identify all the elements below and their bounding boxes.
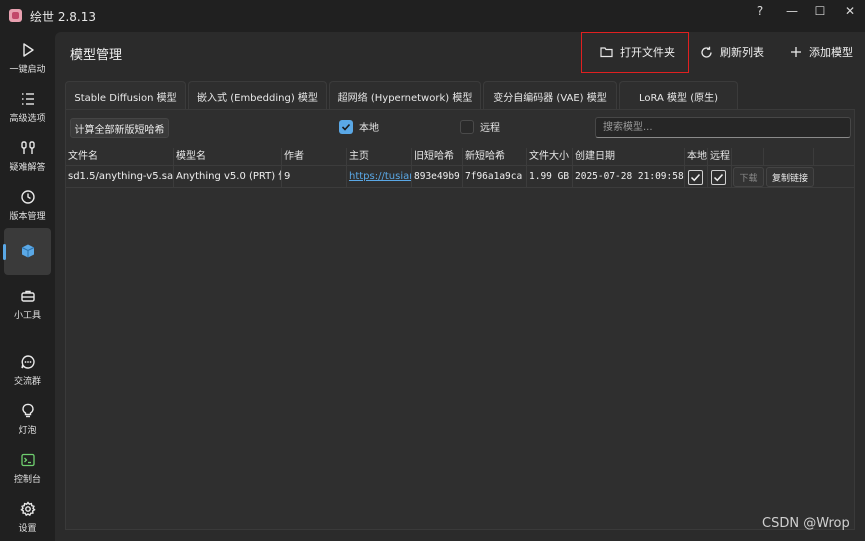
sidebar-item-label: 疑难解答 xyxy=(9,163,46,173)
homepage-link[interactable]: https://tusiart.com xyxy=(349,171,411,182)
main-panel: 模型管理 打开文件夹 刷新列表 添加模型 Stable Diffusion 模型… xyxy=(55,32,865,541)
cell-author: 9 xyxy=(282,166,347,188)
column-header xyxy=(764,148,814,166)
open-folder-label: 打开文件夹 xyxy=(620,46,675,59)
sidebar-item-console[interactable]: 控制台 xyxy=(0,446,55,494)
sidebar-item-troubleshoot[interactable]: 疑难解答 xyxy=(0,134,55,182)
history-icon xyxy=(20,190,35,204)
table-row[interactable]: sd1.5/anything-v5.safetensors Anything v… xyxy=(66,166,854,188)
open-folder-button[interactable]: 打开文件夹 xyxy=(600,32,675,72)
column-header xyxy=(814,148,854,166)
watermark: CSDN @Wrop xyxy=(762,516,850,531)
app-logo-icon xyxy=(9,9,22,22)
tab-lora[interactable]: LoRA 模型 (原生) xyxy=(619,81,738,110)
checkbox-checked-icon xyxy=(339,119,353,134)
cell-homepage: https://tusiart.com xyxy=(347,166,412,188)
model-list-panel: 计算全部新版短哈希 本地 远程 文件名 模型名 作者 主页 旧短哈希 新短哈希 … xyxy=(65,109,855,530)
bulb-icon xyxy=(21,403,34,418)
refresh-list-label: 刷新列表 xyxy=(720,46,764,59)
sidebar-item-community[interactable]: 交流群 xyxy=(0,348,55,396)
remote-filter-checkbox[interactable]: 远程 xyxy=(460,119,500,134)
column-header xyxy=(732,148,764,166)
cell-created: 2025-07-28 21:09:58 xyxy=(573,166,685,188)
remote-filter-label: 远程 xyxy=(480,123,500,134)
column-header[interactable]: 作者 xyxy=(282,148,347,166)
local-filter-checkbox[interactable]: 本地 xyxy=(339,119,379,134)
sidebar-item-tools[interactable]: 小工具 xyxy=(0,282,55,330)
search-input[interactable] xyxy=(595,117,851,138)
sidebar-item-label: 设置 xyxy=(18,524,37,534)
cell-local xyxy=(685,166,708,188)
chat-icon xyxy=(20,355,35,369)
local-filter-label: 本地 xyxy=(359,123,379,134)
column-header[interactable]: 本地 xyxy=(685,148,708,166)
refresh-icon xyxy=(701,46,712,58)
minimize-button[interactable]: — xyxy=(778,2,806,20)
column-header[interactable]: 文件大小 xyxy=(527,148,573,166)
folder-icon xyxy=(600,47,613,58)
sidebar-item-bulb[interactable]: 灯泡 xyxy=(0,397,55,445)
play-icon xyxy=(22,43,34,57)
plus-icon xyxy=(791,47,801,57)
tab-hypernetwork[interactable]: 超网络 (Hypernetwork) 模型 xyxy=(329,81,481,110)
list-icon xyxy=(21,93,34,105)
close-button[interactable]: ✕ xyxy=(836,2,864,20)
sidebar-item-label: 交流群 xyxy=(13,377,41,387)
cell-model-name: Anything v5.0 (PRT) 修复 xyxy=(174,166,282,188)
column-header[interactable]: 创建日期 xyxy=(573,148,685,166)
tab-vae[interactable]: 变分自编码器 (VAE) 模型 xyxy=(483,81,617,110)
copy-link-button[interactable]: 复制链接 xyxy=(766,167,814,187)
console-icon xyxy=(20,453,35,467)
cell-size: 1.99 GB xyxy=(527,166,573,188)
cell-remote xyxy=(708,166,732,188)
column-header[interactable]: 模型名 xyxy=(174,148,282,166)
model-cube-icon xyxy=(21,244,34,258)
checkbox-unchecked-icon xyxy=(460,119,474,134)
sidebar-item-label: 控制台 xyxy=(13,475,41,485)
refresh-list-button[interactable]: 刷新列表 xyxy=(700,32,764,72)
sidebar-item-label: 小工具 xyxy=(13,311,41,321)
gear-icon xyxy=(19,501,36,517)
help-button[interactable]: ? xyxy=(746,2,774,20)
add-model-label: 添加模型 xyxy=(809,46,853,59)
cell-filename: sd1.5/anything-v5.safetensors xyxy=(66,166,174,188)
tab-embedding[interactable]: 嵌入式 (Embedding) 模型 xyxy=(188,81,327,110)
sidebar-item-advanced[interactable]: 高级选项 xyxy=(0,85,55,133)
maximize-button[interactable]: ☐ xyxy=(806,2,834,20)
page-title: 模型管理 xyxy=(70,48,123,63)
column-header[interactable]: 远程 xyxy=(708,148,732,166)
add-model-button[interactable]: 添加模型 xyxy=(790,32,853,72)
column-header[interactable]: 主页 xyxy=(347,148,412,166)
column-header[interactable]: 新短哈希 xyxy=(463,148,527,166)
table-header: 文件名 模型名 作者 主页 旧短哈希 新短哈希 文件大小 创建日期 本地 远程 xyxy=(66,148,854,166)
cell-new-hash: 7f96a1a9ca xyxy=(463,166,527,188)
sidebar: 一键启动 高级选项 疑难解答 版本管理 小工具 交流群 灯泡 控制台 设置 xyxy=(0,32,55,541)
sidebar-item-label: 版本管理 xyxy=(9,212,46,222)
remote-check-icon[interactable] xyxy=(711,170,726,185)
local-check-icon[interactable] xyxy=(688,170,703,185)
compute-hash-button[interactable]: 计算全部新版短哈希 xyxy=(70,118,169,138)
cell-old-hash: 893e49b9 xyxy=(412,166,463,188)
sidebar-item-label: 灯泡 xyxy=(18,426,37,436)
sidebar-item-label: 高级选项 xyxy=(9,114,46,124)
sidebar-item-launch[interactable]: 一键启动 xyxy=(0,36,55,84)
toolbox-icon xyxy=(20,290,35,302)
tools-icon xyxy=(20,141,35,154)
sidebar-item-versions[interactable]: 版本管理 xyxy=(0,183,55,231)
tab-stable-diffusion[interactable]: Stable Diffusion 模型 xyxy=(65,81,186,110)
column-header[interactable]: 文件名 xyxy=(66,148,174,166)
download-button[interactable]: 下载 xyxy=(733,167,764,187)
sidebar-item-settings[interactable]: 设置 xyxy=(0,495,55,541)
sidebar-item-models[interactable] xyxy=(3,228,51,275)
model-table: 文件名 模型名 作者 主页 旧短哈希 新短哈希 文件大小 创建日期 本地 远程 … xyxy=(66,148,854,188)
app-title: 绘世 2.8.13 xyxy=(30,10,96,24)
title-bar: 绘世 2.8.13 ? — ☐ ✕ xyxy=(0,0,865,32)
sidebar-item-label: 一键启动 xyxy=(9,65,46,75)
column-header[interactable]: 旧短哈希 xyxy=(412,148,463,166)
